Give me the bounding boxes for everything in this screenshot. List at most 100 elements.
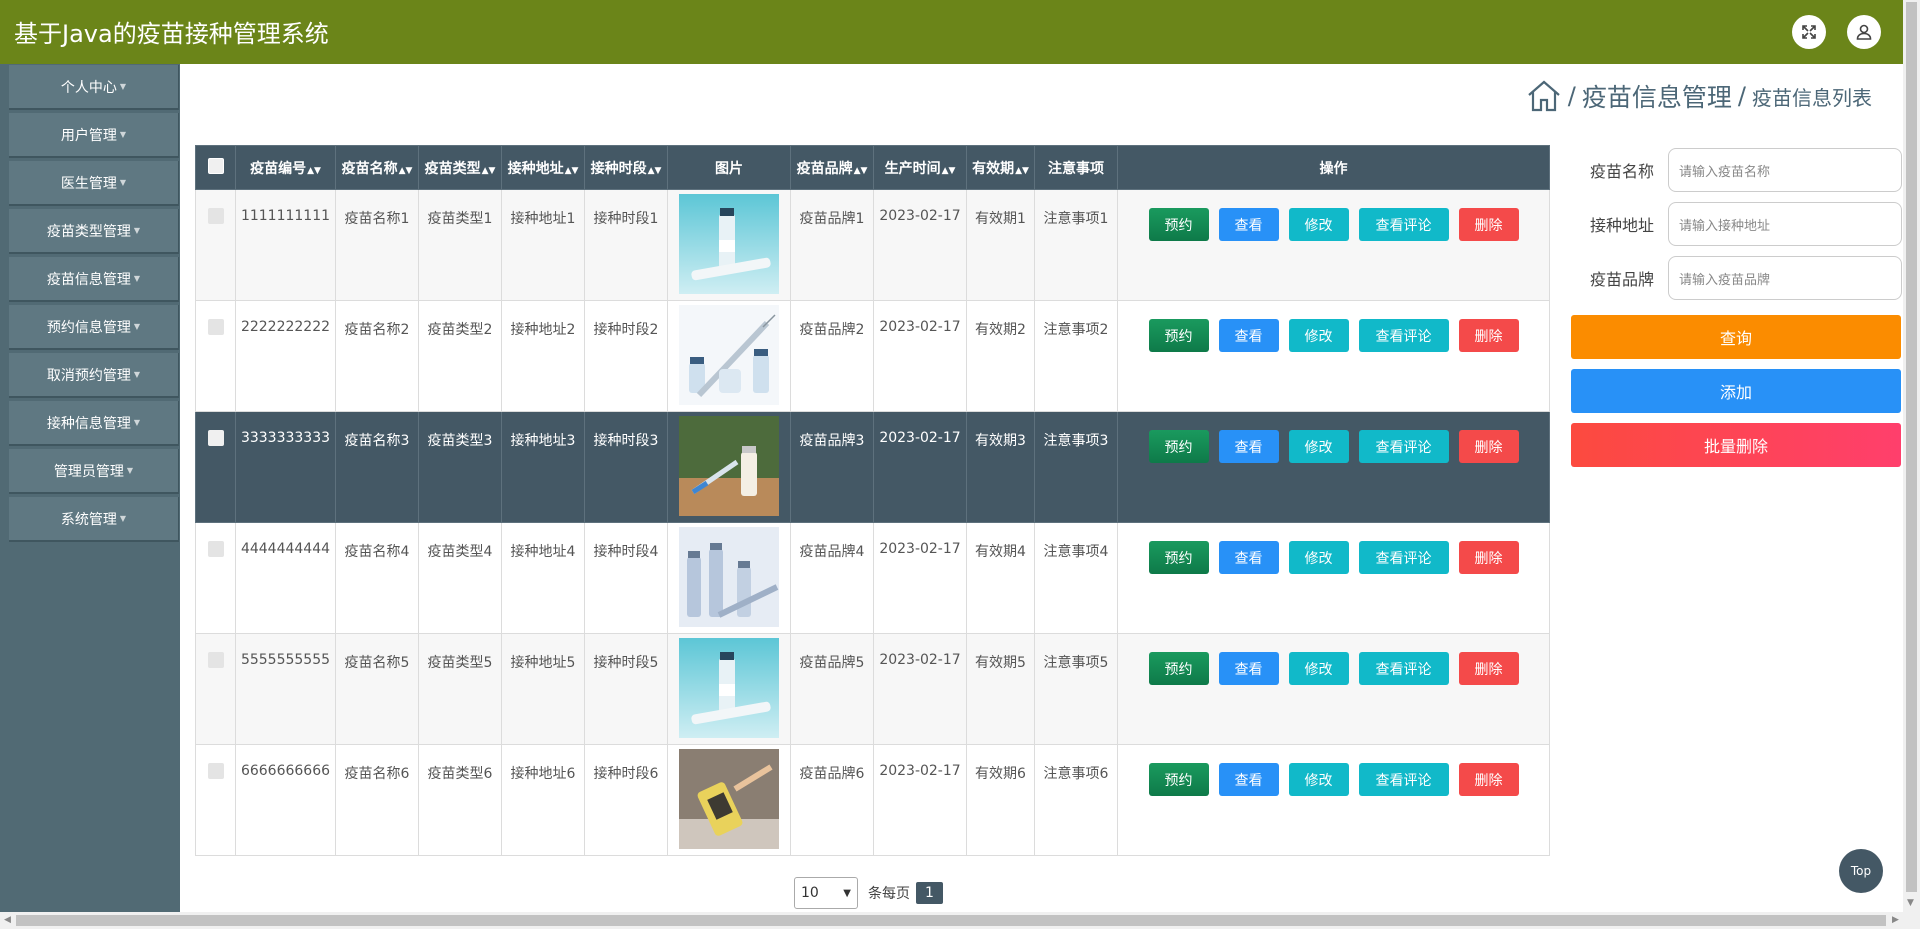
view-reviews-button[interactable]: 查看评论: [1358, 541, 1449, 574]
delete-button[interactable]: 删除: [1458, 319, 1519, 352]
column-header-slot[interactable]: 接种时段▲▼: [584, 145, 668, 190]
view-button[interactable]: 查看: [1218, 319, 1279, 352]
sidebar-item-label: 个人中心: [60, 79, 117, 96]
scroll-right-icon[interactable]: ▶: [1892, 915, 1899, 925]
scroll-down-icon[interactable]: ▼: [1907, 898, 1914, 908]
book-button[interactable]: 预约: [1148, 763, 1209, 796]
view-reviews-button[interactable]: 查看评论: [1358, 652, 1449, 685]
cell-notes: 注意事项1: [1034, 189, 1118, 301]
delete-button[interactable]: 删除: [1458, 208, 1519, 241]
row-checkbox[interactable]: [207, 208, 224, 224]
query-button[interactable]: 查询: [1571, 315, 1901, 359]
view-reviews-button[interactable]: 查看评论: [1358, 208, 1449, 241]
book-button[interactable]: 预约: [1148, 430, 1209, 463]
breadcrumb-separator: /: [1567, 82, 1576, 110]
view-reviews-button[interactable]: 查看评论: [1358, 763, 1449, 796]
sidebar-item-label: 疫苗类型管理: [46, 223, 131, 240]
column-header-image: 图片: [667, 145, 791, 190]
cell-notes: 注意事项2: [1034, 300, 1118, 412]
user-button[interactable]: [1847, 15, 1881, 49]
fullscreen-button[interactable]: [1792, 15, 1826, 49]
sidebar-item-personal-center[interactable]: 个人中心 ▼: [9, 65, 179, 110]
address-input[interactable]: 请输入接种地址: [1668, 202, 1902, 246]
view-reviews-button[interactable]: 查看评论: [1358, 430, 1449, 463]
row-checkbox[interactable]: [207, 430, 224, 446]
delete-button[interactable]: 删除: [1458, 430, 1519, 463]
sidebar-item-system-management[interactable]: 系统管理 ▼: [9, 497, 179, 542]
view-button[interactable]: 查看: [1218, 430, 1279, 463]
vaccine-image: [679, 749, 779, 849]
sidebar-item-appointment-management[interactable]: 预约信息管理 ▼: [9, 305, 179, 350]
edit-button[interactable]: 修改: [1288, 319, 1349, 352]
vertical-scroll-thumb[interactable]: [1906, 2, 1917, 892]
sidebar-item-user-management[interactable]: 用户管理 ▼: [9, 113, 179, 158]
book-button[interactable]: 预约: [1148, 208, 1209, 241]
sidebar-item-vaccine-type-management[interactable]: 疫苗类型管理 ▼: [9, 209, 179, 254]
book-button[interactable]: 预约: [1148, 319, 1209, 352]
brand-input[interactable]: 请输入疫苗品牌: [1668, 256, 1902, 300]
user-icon: [1856, 24, 1872, 40]
sidebar-item-label: 医生管理: [60, 175, 117, 192]
delete-button[interactable]: 删除: [1458, 541, 1519, 574]
cell-slot: 接种时段1: [584, 189, 668, 301]
column-header-type[interactable]: 疫苗类型▲▼: [418, 145, 502, 190]
select-all-header[interactable]: [195, 145, 236, 190]
delete-button[interactable]: 删除: [1458, 763, 1519, 796]
cell-date: 2023-02-17: [873, 633, 967, 745]
edit-button[interactable]: 修改: [1288, 541, 1349, 574]
view-button[interactable]: 查看: [1218, 652, 1279, 685]
cell-brand: 疫苗品牌5: [790, 633, 874, 745]
row-checkbox[interactable]: [207, 763, 224, 779]
vertical-scrollbar[interactable]: ▼: [1903, 0, 1920, 912]
row-checkbox[interactable]: [207, 319, 224, 335]
cell-slot: 接种时段6: [584, 744, 668, 856]
search-panel: 疫苗名称 请输入疫苗名称 接种地址 请输入接种地址 疫苗品牌 请输入疫苗品牌: [1570, 148, 1902, 310]
edit-button[interactable]: 修改: [1288, 763, 1349, 796]
select-all-checkbox[interactable]: [207, 157, 224, 174]
sidebar-item-cancel-appointment-management[interactable]: 取消预约管理 ▼: [9, 353, 179, 398]
horizontal-scroll-thumb[interactable]: [16, 915, 1886, 926]
add-button[interactable]: 添加: [1571, 369, 1901, 413]
horizontal-scrollbar[interactable]: ◀ ▶: [0, 912, 1920, 929]
page-size-select[interactable]: 10 ▼: [794, 877, 858, 909]
scroll-left-icon[interactable]: ◀: [4, 915, 11, 925]
vaccine-name-input[interactable]: 请输入疫苗名称: [1668, 148, 1902, 192]
cell-brand: 疫苗品牌4: [790, 522, 874, 634]
page-number-current[interactable]: 1: [916, 882, 943, 904]
cell-id: 4444444444: [235, 522, 336, 634]
sidebar-item-vaccination-management[interactable]: 接种信息管理 ▼: [9, 401, 179, 446]
cell-type: 疫苗类型5: [418, 633, 502, 745]
sort-icon: ▲▼: [1015, 165, 1029, 176]
batch-delete-button[interactable]: 批量删除: [1571, 423, 1901, 467]
sidebar-item-vaccine-info-management[interactable]: 疫苗信息管理 ▼: [9, 257, 179, 302]
home-icon[interactable]: [1526, 79, 1562, 113]
edit-button[interactable]: 修改: [1288, 652, 1349, 685]
row-checkbox[interactable]: [207, 652, 224, 668]
breadcrumb-current: 疫苗信息列表: [1752, 85, 1872, 110]
view-button[interactable]: 查看: [1218, 541, 1279, 574]
column-header-date[interactable]: 生产时间▲▼: [873, 145, 967, 190]
view-reviews-button[interactable]: 查看评论: [1358, 319, 1449, 352]
vaccine-image: [679, 638, 779, 738]
view-button[interactable]: 查看: [1218, 208, 1279, 241]
row-checkbox[interactable]: [207, 541, 224, 557]
breadcrumb-section[interactable]: 疫苗信息管理: [1582, 78, 1732, 114]
back-to-top-button[interactable]: Top: [1839, 849, 1883, 893]
edit-button[interactable]: 修改: [1288, 430, 1349, 463]
book-button[interactable]: 预约: [1148, 541, 1209, 574]
column-header-name[interactable]: 疫苗名称▲▼: [335, 145, 419, 190]
sidebar-item-admin-management[interactable]: 管理员管理 ▼: [9, 449, 179, 494]
edit-button[interactable]: 修改: [1288, 208, 1349, 241]
book-button[interactable]: 预约: [1148, 652, 1209, 685]
column-header-id[interactable]: 疫苗编号▲▼: [235, 145, 336, 190]
caret-down-icon: ▼: [133, 370, 141, 379]
cell-name: 疫苗名称6: [335, 744, 419, 856]
column-header-valid[interactable]: 有效期▲▼: [966, 145, 1035, 190]
search-row-address: 接种地址 请输入接种地址: [1570, 202, 1902, 246]
sidebar-item-doctor-management[interactable]: 医生管理 ▼: [9, 161, 179, 206]
column-header-address[interactable]: 接种地址▲▼: [501, 145, 585, 190]
view-button[interactable]: 查看: [1218, 763, 1279, 796]
column-header-brand[interactable]: 疫苗品牌▲▼: [790, 145, 874, 190]
cell-brand: 疫苗品牌1: [790, 189, 874, 301]
delete-button[interactable]: 删除: [1458, 652, 1519, 685]
